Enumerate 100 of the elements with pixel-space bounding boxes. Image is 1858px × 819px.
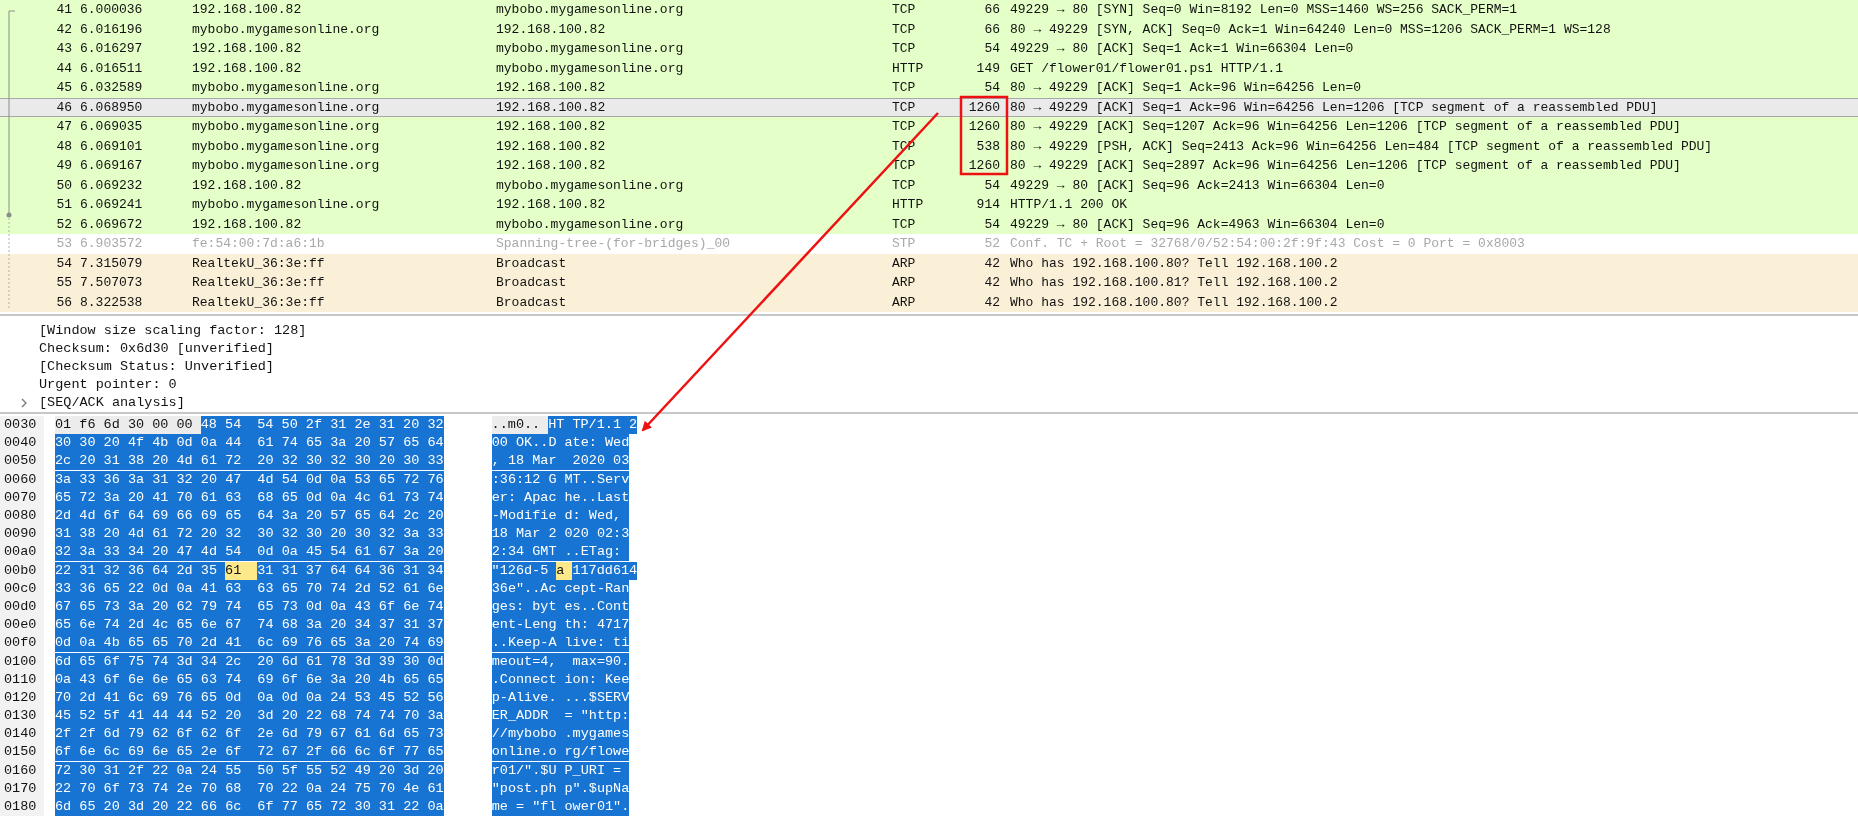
hex-bytes: 48 54 xyxy=(200,416,258,435)
packet-row[interactable]: 47 6.069035 mybobo.mygamesonline.org 192.168.100.82 TCP 1260 80 → 49229 [ACK] Seq=1207 Ack=96 Win=64256 Len=1206 [TCP segment of a reassembled PDU] xyxy=(0,117,1858,137)
packet-row[interactable]: 44 6.016511 192.168.100.82 mybobo.mygamesonline.org HTTP 149 GET /flower01/flower01.ps1 HTTP/1.1 xyxy=(0,58,1858,78)
packet-protocol: STP xyxy=(892,235,917,253)
hex-bytes: 6d 65 20 3d 20 22 66 6c xyxy=(55,798,258,817)
packet-number: 41 xyxy=(55,1,72,19)
packet-number: 43 xyxy=(55,40,72,58)
packet-length: 1260 xyxy=(967,118,1000,136)
ascii-text: ..ETag: xyxy=(564,543,630,562)
packet-info: Conf. TC + Root = 32768/0/52:54:00:2f:9f:43 Cost = 0 Port = 0x8003 xyxy=(1010,235,1525,253)
packet-protocol: HTTP xyxy=(892,196,925,214)
packet-info: 49229 → 80 [ACK] Seq=1 Ack=1 Win=66304 Len=0 xyxy=(1010,40,1354,58)
packet-row[interactable]: 54 7.315079 RealtekU_36:3e:ff Broadcast ARP 42 Who has 192.168.100.80? Tell 192.168.100.2 xyxy=(0,253,1858,273)
hex-offset: 0140 xyxy=(0,725,44,744)
hex-bytes: 0d 0a 45 54 61 67 3a 20 xyxy=(257,543,444,562)
packet-length: 66 xyxy=(983,20,1000,39)
packet-destination: 192.168.100.82 xyxy=(496,98,607,117)
hex-offset: 0090 xyxy=(0,525,44,544)
ascii-text: :36:12 G xyxy=(491,470,565,489)
packet-destination: mybobo.mygamesonline.org xyxy=(496,1,685,19)
hex-bytes: 22 31 32 36 64 2d 35 xyxy=(55,561,226,580)
packet-destination: Broadcast xyxy=(496,254,568,273)
hex-bytes: 6f 6e 6c 69 6e 65 2e 6f xyxy=(55,743,258,762)
hex-offset: 0100 xyxy=(0,652,44,671)
ascii-text: P_URI = xyxy=(564,761,630,780)
packet-info: 80 → 49229 [ACK] Seq=1207 Ack=96 Win=64256 Len=1206 [TCP segment of a reassembled PDU] xyxy=(1010,118,1681,136)
packet-row[interactable]: 45 6.032589 mybobo.mygamesonline.org 192.168.100.82 TCP 54 80 → 49229 [ACK] Seq=1 Ack=96 Win=64256 Len=0 xyxy=(0,78,1858,98)
packet-time: 6.069167 xyxy=(80,157,144,175)
hex-bytes: 6d 65 6f 75 74 3d 34 2c xyxy=(55,652,258,671)
packet-destination: 192.168.100.82 xyxy=(496,118,607,136)
packet-time: 6.032589 xyxy=(80,79,144,97)
ascii-text: 2:34 GMT xyxy=(491,543,565,562)
packet-time: 6.069672 xyxy=(80,215,144,234)
packet-number: 54 xyxy=(55,254,72,273)
hex-offset: 00e0 xyxy=(0,616,44,635)
hex-bytes: 64 3a 20 57 65 64 2c 20 xyxy=(257,507,444,526)
packet-length: 1260 xyxy=(967,98,1000,117)
hex-bytes: 72 67 2f 66 6c 6f 77 65 xyxy=(257,743,444,762)
packet-row[interactable]: 50 6.069232 192.168.100.82 mybobo.mygamesonline.org TCP 54 49229 → 80 [ACK] Seq=96 Ack=2413 Win=66304 Len=0 xyxy=(0,175,1858,195)
packet-protocol: ARP xyxy=(892,293,917,312)
packet-time: 6.069035 xyxy=(80,118,144,136)
packet-protocol: TCP xyxy=(892,98,917,117)
hex-bytes: 3d 20 22 68 74 74 70 3a xyxy=(257,707,444,726)
hex-bytes: 30 32 30 20 30 32 3a 33 xyxy=(257,525,444,544)
ascii-text: live: ti xyxy=(564,634,630,653)
hex-bytes: 2e 6d 79 67 61 6d 65 73 xyxy=(257,725,444,744)
packet-time: 7.507073 xyxy=(80,274,144,292)
packet-time: 6.069101 xyxy=(80,137,144,156)
packet-source: 192.168.100.82 xyxy=(192,40,303,58)
packet-protocol: TCP xyxy=(892,1,917,19)
hex-bytes: 2d 4d 6f 64 69 66 69 65 xyxy=(55,507,258,526)
packet-length: 66 xyxy=(983,1,1000,19)
packet-source: 192.168.100.82 xyxy=(192,1,303,19)
hex-bytes: 3a 33 36 3a 31 32 20 47 xyxy=(55,470,258,489)
packet-destination: 192.168.100.82 xyxy=(496,196,607,214)
packet-number: 55 xyxy=(55,274,72,292)
hex-bytes: 01 f6 6d 30 00 00 xyxy=(55,416,201,435)
hex-bytes: 30 30 20 4f 4b 0d 0a 44 xyxy=(55,434,258,453)
ascii-text: a xyxy=(556,561,573,580)
ascii-text: 117dd614 xyxy=(572,561,638,580)
hex-bytes: 54 50 2f 31 2e 31 20 32 xyxy=(257,416,444,435)
packet-length: 52 xyxy=(983,235,1000,253)
packet-row[interactable]: 49 6.069167 mybobo.mygamesonline.org 192.168.100.82 TCP 1260 80 → 49229 [ACK] Seq=2897 Ack=96 Win=64256 Len=1206 [TCP segment of a reassembled PDU] xyxy=(0,156,1858,176)
packet-protocol: ARP xyxy=(892,274,917,292)
ascii-text: r01/".$U xyxy=(491,761,565,780)
packet-destination: Spanning-tree-(for-bridges)_00 xyxy=(496,235,732,253)
packet-time: 7.315079 xyxy=(80,254,144,273)
ascii-text: d: Wed, xyxy=(564,507,630,526)
packet-source: 192.168.100.82 xyxy=(192,215,303,234)
packet-source: mybobo.mygamesonline.org xyxy=(192,118,381,136)
packet-info: Who has 192.168.100.80? Tell 192.168.100.2 xyxy=(1010,293,1338,312)
hex-bytes: 20 32 30 32 30 20 30 33 xyxy=(257,452,444,471)
packet-protocol: TCP xyxy=(892,118,917,136)
hex-bytes: 0d 0a 4b 65 65 70 2d 41 xyxy=(55,634,258,653)
packet-row[interactable]: 51 6.069241 mybobo.mygamesonline.org 192.168.100.82 HTTP 914 HTTP/1.1 200 OK xyxy=(0,195,1858,215)
ascii-text: max=90. xyxy=(564,652,630,671)
packet-source: mybobo.mygamesonline.org xyxy=(192,196,381,214)
packet-row[interactable]: 43 6.016297 192.168.100.82 mybobo.mygamesonline.org TCP 54 49229 → 80 [ACK] Seq=1 Ack=1 Win=66304 Len=0 xyxy=(0,39,1858,59)
packet-destination: Broadcast xyxy=(496,293,568,312)
packet-info: Who has 192.168.100.80? Tell 192.168.100.2 xyxy=(1010,254,1338,273)
packet-time: 6.000036 xyxy=(80,1,144,19)
packet-row[interactable]: 55 7.507073 RealtekU_36:3e:ff Broadcast ARP 42 Who has 192.168.100.81? Tell 192.168.100.2 xyxy=(0,273,1858,293)
packet-row[interactable]: 52 6.069672 192.168.100.82 mybobo.mygamesonline.org TCP 54 49229 → 80 [ACK] Seq=96 Ack=4963 Win=66304 Len=0 xyxy=(0,214,1858,234)
packet-source: mybobo.mygamesonline.org xyxy=(192,79,381,97)
ascii-text: ent-Leng xyxy=(491,616,565,635)
packet-time: 8.322538 xyxy=(80,293,144,312)
ascii-text: meout=4, xyxy=(491,652,565,671)
packet-number: 48 xyxy=(55,137,72,156)
ascii-text: ER_ADDR xyxy=(491,707,565,726)
packet-row[interactable]: 41 6.000036 192.168.100.82 mybobo.mygamesonline.org TCP 66 49229 → 80 [SYN] Seq=0 Win=8192 Len=0 MSS=1460 WS=256 SACK_PERM=1 xyxy=(0,0,1858,20)
ascii-text: th: 4717 xyxy=(564,616,630,635)
packet-row[interactable]: 56 8.322538 RealtekU_36:3e:ff Broadcast ARP 42 Who has 192.168.100.80? Tell 192.168.100.2 xyxy=(0,292,1858,312)
packet-source: fe:54:00:7d:a6:1b xyxy=(192,235,326,253)
ascii-text: .mygames xyxy=(564,725,630,744)
ascii-text: = "http: xyxy=(564,707,630,726)
packet-number: 49 xyxy=(55,157,72,175)
packet-time: 6.069232 xyxy=(80,176,144,195)
hex-bytes: 2c 20 31 38 20 4d 61 72 xyxy=(55,452,258,471)
packet-row[interactable]: 42 6.016196 mybobo.mygamesonline.org 192.168.100.82 TCP 66 80 → 49229 [SYN, ACK] Seq=0 Ack=1 Win=64240 Len=0 MSS=1206 SACK_PERM=1 WS=128 xyxy=(0,19,1858,39)
ascii-text: rg/flowe xyxy=(564,743,630,762)
